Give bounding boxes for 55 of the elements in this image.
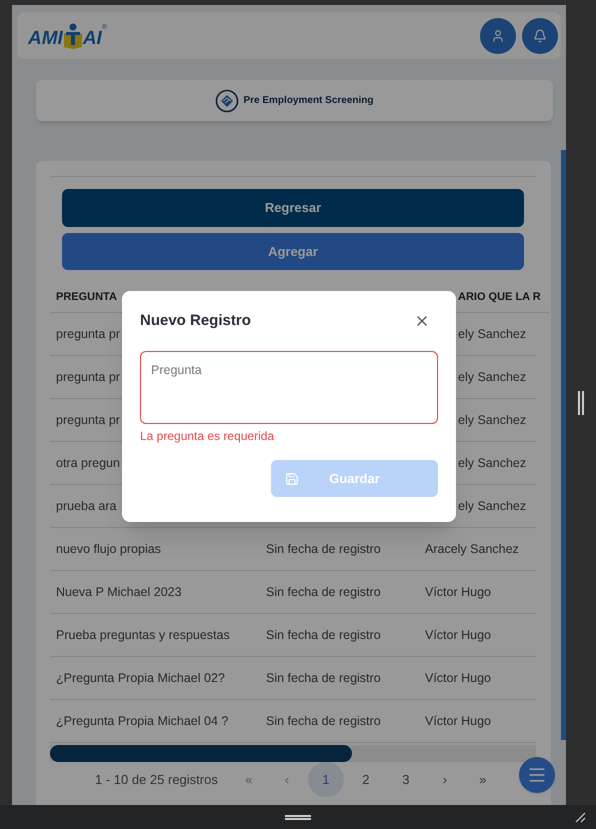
table-cell-text: ely Sanchez [457,412,526,429]
table-cell-text: ¿Pregunta Propia Michael 04 ? [55,712,228,730]
resize-corner-icon[interactable] [574,811,586,823]
notifications-button[interactable] [522,18,558,54]
logo-text: AI [82,28,102,48]
dialog-title: Nuevo Registro [140,310,251,331]
vertical-scrollbar[interactable] [561,150,566,740]
table-cell-text: ely Sanchez [457,368,526,386]
table-cell-text: ely Sanchez [457,454,526,472]
table-cell-text: ¿Pregunta Propia Michael 02? [55,670,225,687]
scrollbar-thumb[interactable] [50,745,352,762]
action-button[interactable]: Regresar [62,189,524,227]
user-icon [491,28,505,42]
table-cell-text: Víctor Hugo [424,626,492,644]
bell-icon [533,28,547,42]
resize-handle[interactable] [578,390,584,414]
page-button[interactable]: 2 [348,762,384,797]
table-cell-text: Prueba preguntas y respuestas [55,626,230,644]
previous-page-button[interactable]: ‹ [268,762,306,797]
table-cell-text: Sin fecha de registro [265,626,381,644]
logo-text: AMI [28,28,63,48]
table-cell-text: ely Sanchez [457,498,526,515]
error-message: La pregunta es requerida [140,428,274,445]
table-cell-text: Víctor Hugo [424,670,492,687]
save-icon [285,472,299,486]
table-cell-text: pregunta pr [55,368,120,386]
records-summary: 1 - 10 de 25 registros [95,770,218,789]
table-cell-text: Víctor Hugo [424,584,492,601]
table-cell-text: Aracely Sanchez [424,540,519,558]
table-cell-text: otra pregun [55,454,120,472]
question-field[interactable]: Pregunta [140,351,438,424]
table-cell-text: Nueva P Michael 2023 [55,584,182,601]
table-cell-text: Sin fecha de registro [265,540,381,558]
table-cell-text: pregunta pr [55,412,120,429]
last-page-button[interactable]: » [464,762,502,797]
page-button[interactable]: 3 [388,762,424,797]
horizontal-scrollbar[interactable] [50,745,536,762]
table-cell-text: nuevo flujo propias [55,540,161,558]
first-page-button[interactable]: « [230,762,268,797]
resize-handle[interactable] [285,814,311,820]
table-cell-text: Sin fecha de registro [265,584,381,601]
page-button[interactable]: 1 [308,762,344,797]
module-title: Pre Employment Screening [243,94,374,108]
table-cell-text: prueba ara [55,498,116,515]
column-header: PREGUNTA [55,290,117,306]
profile-button[interactable] [480,18,516,54]
table-cell-text: ely Sanchez [457,326,526,343]
logo-figure-icon [62,22,83,48]
next-page-button[interactable]: › [426,762,464,797]
table-cell-text: pregunta pr [55,326,120,343]
action-button[interactable]: Agregar [62,233,524,270]
table-cell-text: Sin fecha de registro [265,712,381,730]
column-header: ARIO QUE LA R [457,290,541,306]
table-cell-text: Sin fecha de registro [265,670,381,687]
table-cell-text: Víctor Hugo [424,712,492,730]
